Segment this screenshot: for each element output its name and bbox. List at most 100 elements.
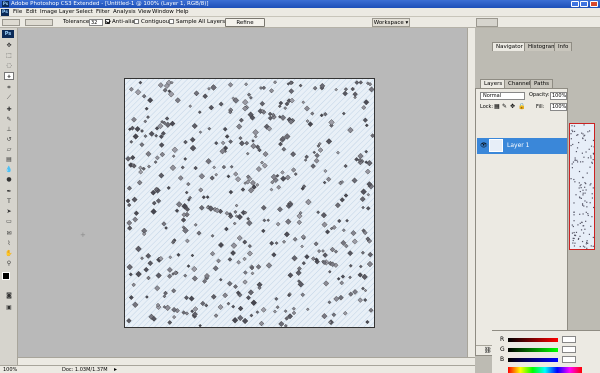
- hand-tool-icon[interactable]: ✋: [4, 250, 14, 258]
- marquee-tool-icon[interactable]: ⬚: [4, 52, 14, 60]
- lock-transparency-icon[interactable]: ▦: [494, 103, 500, 110]
- options-bar: Tolerance: 32 Anti-alias Contiguous Samp…: [0, 17, 600, 34]
- foreground-color-swatch[interactable]: [2, 272, 10, 280]
- eyedropper-tool-icon[interactable]: ⌇: [4, 240, 14, 248]
- blue-slider[interactable]: B: [500, 356, 576, 363]
- layers-panel: Normal Opacity: 100% Lock: ▦ ✎ ✥ 🔒 Fill:…: [475, 88, 568, 356]
- menu-filter[interactable]: Filter: [96, 8, 110, 17]
- selection-mode-buttons[interactable]: [25, 19, 53, 26]
- lock-position-icon[interactable]: ✥: [510, 103, 515, 110]
- menu-image[interactable]: Image: [40, 8, 57, 17]
- navigator-texture-dot: [573, 178, 575, 181]
- contiguous-checkbox[interactable]: Contiguous: [134, 19, 172, 25]
- link-layers-icon[interactable]: ⛓: [484, 347, 492, 354]
- green-slider[interactable]: G: [500, 346, 576, 353]
- menu-layer[interactable]: Layer: [59, 8, 74, 17]
- healing-brush-tool-icon[interactable]: ✚: [4, 106, 14, 114]
- menu-select[interactable]: Select: [76, 8, 93, 17]
- notes-tool-icon[interactable]: ✉: [4, 230, 14, 238]
- minimize-button[interactable]: [571, 1, 579, 7]
- navigator-texture-dot: [586, 172, 588, 174]
- anti-alias-checkbox[interactable]: Anti-alias: [105, 19, 138, 25]
- blur-tool-icon[interactable]: 💧: [4, 166, 14, 174]
- navigator-texture-dot: [582, 245, 585, 247]
- magic-wand-tool-icon[interactable]: ⚹: [4, 72, 14, 80]
- navigator-texture-dot: [592, 245, 594, 247]
- slice-tool-icon[interactable]: ⟋: [4, 94, 14, 102]
- opacity-input[interactable]: 100%: [550, 92, 567, 100]
- navigator-texture-dot: [579, 190, 581, 193]
- fill-label: Fill:: [536, 104, 545, 110]
- eraser-tool-icon[interactable]: ▱: [4, 146, 14, 154]
- dodge-tool-icon[interactable]: ●: [4, 176, 14, 184]
- menu-file[interactable]: File: [13, 8, 22, 17]
- navigator-texture-dot: [588, 130, 591, 132]
- navigator-texture-dot: [577, 134, 579, 136]
- sample-all-layers-checkbox[interactable]: Sample All Layers: [169, 19, 225, 25]
- menu-bar: Ps File Edit Image Layer Select Filter A…: [0, 8, 600, 17]
- shape-tool-icon[interactable]: ▭: [4, 218, 14, 226]
- gradient-tool-icon[interactable]: ▤: [4, 156, 14, 164]
- blend-mode-select[interactable]: Normal: [480, 92, 525, 100]
- refine-edge-button[interactable]: Refine Edge...: [225, 18, 265, 34]
- layer-row-layer-1[interactable]: 👁 Layer 1: [477, 138, 567, 154]
- status-menu-arrow-icon[interactable]: ▸: [114, 366, 117, 373]
- crop-tool-icon[interactable]: ⌗: [4, 84, 14, 92]
- menu-view[interactable]: View: [138, 8, 151, 17]
- blue-value-input[interactable]: [562, 356, 576, 363]
- close-button[interactable]: [590, 1, 598, 7]
- pen-tool-icon[interactable]: ✒: [4, 188, 14, 196]
- lasso-tool-icon[interactable]: ◌: [4, 62, 14, 70]
- navigator-texture-dot: [585, 220, 587, 222]
- color-spectrum-bar[interactable]: [508, 367, 582, 373]
- workspace-menu[interactable]: Workspace ▾: [372, 18, 410, 27]
- navigator-texture-dot: [582, 225, 584, 227]
- lock-all-icon[interactable]: 🔒: [518, 103, 525, 110]
- layer-thumbnail: [489, 139, 503, 152]
- tab-info[interactable]: Info: [554, 42, 573, 51]
- lock-image-icon[interactable]: ✎: [502, 103, 507, 110]
- navigator-texture-dot: [578, 141, 580, 144]
- visibility-eye-icon[interactable]: 👁: [480, 142, 488, 149]
- fill-input[interactable]: 100%: [550, 103, 567, 111]
- tolerance-label: Tolerance:: [63, 19, 92, 25]
- navigator-texture-dot: [570, 144, 572, 147]
- navigator-texture-dot: [574, 157, 576, 159]
- document-canvas[interactable]: [124, 78, 375, 328]
- green-value-input[interactable]: [562, 346, 576, 353]
- menu-window[interactable]: Window: [152, 8, 174, 17]
- tool-preset-picker[interactable]: [2, 19, 20, 26]
- tab-paths[interactable]: Paths: [530, 79, 553, 88]
- navigator-texture-dot: [586, 247, 588, 249]
- zoom-level[interactable]: 100%: [3, 367, 17, 373]
- navigator-texture-dot: [573, 202, 575, 204]
- navigator-texture-dot: [576, 159, 578, 162]
- quick-mask-icon[interactable]: ◙: [4, 292, 14, 300]
- maximize-button[interactable]: [580, 1, 588, 7]
- brush-tool-icon[interactable]: ✎: [4, 116, 14, 124]
- navigator-texture-dot: [583, 156, 585, 158]
- navigator-texture-dot: [574, 181, 576, 183]
- clone-stamp-tool-icon[interactable]: ⊥: [4, 126, 14, 134]
- navigator-preview[interactable]: [569, 123, 595, 250]
- history-brush-tool-icon[interactable]: ↺: [4, 136, 14, 144]
- menu-help[interactable]: Help: [176, 8, 189, 17]
- red-slider[interactable]: R: [500, 336, 576, 343]
- menu-edit[interactable]: Edit: [26, 8, 37, 17]
- path-selection-tool-icon[interactable]: ➤: [4, 208, 14, 216]
- navigator-texture-dot: [582, 213, 584, 215]
- move-tool-icon[interactable]: ✥: [4, 42, 14, 50]
- navigator-texture-dot: [586, 206, 588, 208]
- canvas-horizontal-scrollbar[interactable]: [18, 357, 475, 365]
- screen-mode-icon[interactable]: ▣: [4, 304, 14, 312]
- canvas-vertical-scrollbar[interactable]: [467, 28, 475, 357]
- red-value-input[interactable]: [562, 336, 576, 343]
- type-tool-icon[interactable]: T: [4, 198, 14, 206]
- navigator-texture-dot: [582, 137, 584, 139]
- navigator-texture-dot: [578, 170, 581, 173]
- tolerance-input[interactable]: 32: [89, 19, 103, 26]
- navigator-texture-dot: [592, 236, 594, 239]
- menu-analysis[interactable]: Analysis: [113, 8, 136, 17]
- navigator-texture-dot: [585, 243, 587, 245]
- zoom-tool-icon[interactable]: ⚲: [4, 260, 14, 268]
